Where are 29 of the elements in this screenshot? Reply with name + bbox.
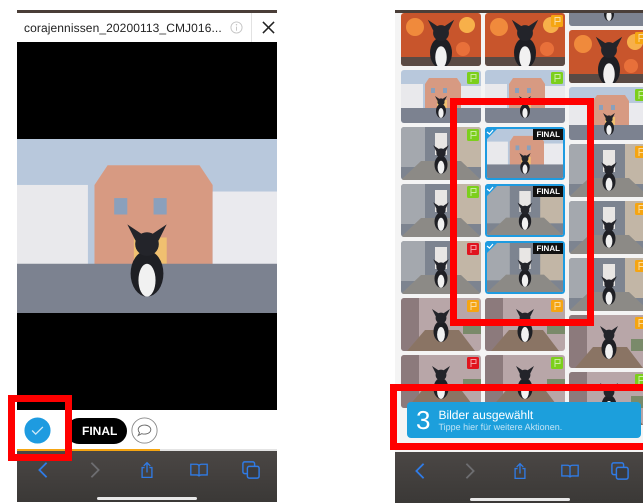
flag-icon[interactable] [467,186,479,198]
file-title: corajennissen_20200113_CMJ016... [24,20,222,34]
book-icon[interactable] [190,461,208,479]
final-badge: FINAL [533,186,563,197]
toast-hint: Tippe hier für weitere Aktionen. [438,422,562,432]
flag-icon[interactable] [467,243,479,255]
tabs-icon[interactable] [611,462,629,480]
flag-icon[interactable] [551,15,563,27]
check-corner-icon [485,127,499,141]
flag-icon[interactable] [467,300,479,312]
flag-icon[interactable] [551,72,563,84]
toast-title: Bilder ausgewählt [438,408,534,422]
book-icon[interactable] [561,462,579,480]
flag-icon[interactable] [551,300,563,312]
info-icon[interactable] [230,21,243,34]
flag-icon[interactable] [467,357,479,369]
highlight-frame [8,395,72,461]
final-badge: FINAL [533,243,563,254]
select-checkbox[interactable] [24,417,51,444]
selection-count: 3 [416,407,430,433]
flag-icon[interactable] [467,72,479,84]
flag-icon[interactable] [551,357,563,369]
flag-icon[interactable] [467,129,479,141]
check-corner-icon [485,184,499,198]
final-badge: FINAL [533,129,563,140]
check-corner-icon [485,241,499,255]
comment-icon[interactable] [131,417,158,444]
close-icon[interactable] [262,21,275,34]
tabs-icon[interactable] [242,461,260,479]
